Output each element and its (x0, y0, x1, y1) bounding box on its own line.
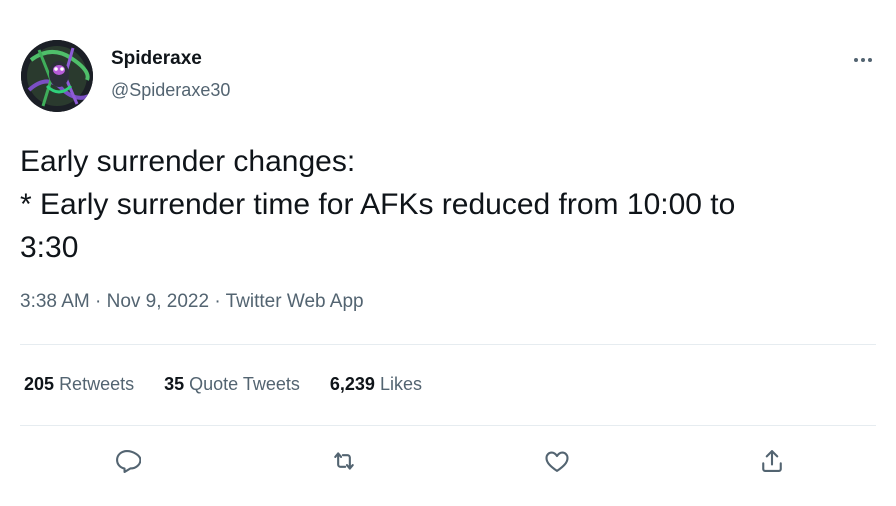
reply-button[interactable] (110, 444, 144, 478)
separator: · (214, 291, 221, 312)
author-display-name[interactable]: Spideraxe (111, 48, 202, 70)
tweet-text: Early surrender changes: * Early surrend… (20, 140, 880, 269)
avatar-image (21, 40, 93, 112)
author-handle[interactable]: @Spideraxe30 (111, 80, 230, 101)
tweet-date[interactable]: Nov 9, 2022 (107, 291, 209, 312)
tweet-text-line: Early surrender changes: (20, 145, 356, 178)
like-icon (545, 451, 569, 472)
stat-label: Retweets (59, 374, 135, 394)
stat-value: 205 (24, 374, 55, 394)
divider (20, 425, 876, 426)
reply-icon (116, 450, 141, 474)
retweet-button[interactable] (327, 444, 361, 478)
more-options-icon[interactable] (848, 48, 878, 72)
stat-label: Likes (379, 374, 422, 394)
retweet-icon (334, 452, 354, 470)
engagement-stats: 205 Retweets 35 Quote Tweets 6,239 Likes (24, 374, 452, 395)
share-button[interactable] (755, 444, 789, 478)
tweet-source[interactable]: Twitter Web App (226, 291, 364, 312)
divider (20, 344, 876, 345)
stat-label: Quote Tweets (189, 374, 300, 394)
like-button[interactable] (540, 444, 574, 478)
stat-value: 6,239 (329, 374, 375, 394)
stat-retweets[interactable]: 205 Retweets (24, 374, 134, 395)
tweet-text-line: * Early surrender time for AFKs reduced … (20, 188, 736, 221)
tweet-time[interactable]: 3:38 AM (20, 291, 90, 312)
stat-value: 35 (164, 374, 185, 394)
share-icon (762, 450, 782, 472)
tweet-metadata: 3:38 AM · Nov 9, 2022 · Twitter Web App (20, 291, 364, 313)
tweet-text-line: 3:30 (20, 231, 79, 264)
separator: · (95, 291, 102, 312)
avatar[interactable] (21, 40, 93, 112)
stat-likes[interactable]: 6,239 Likes (330, 374, 422, 395)
stat-quote-tweets[interactable]: 35 Quote Tweets (164, 374, 300, 395)
